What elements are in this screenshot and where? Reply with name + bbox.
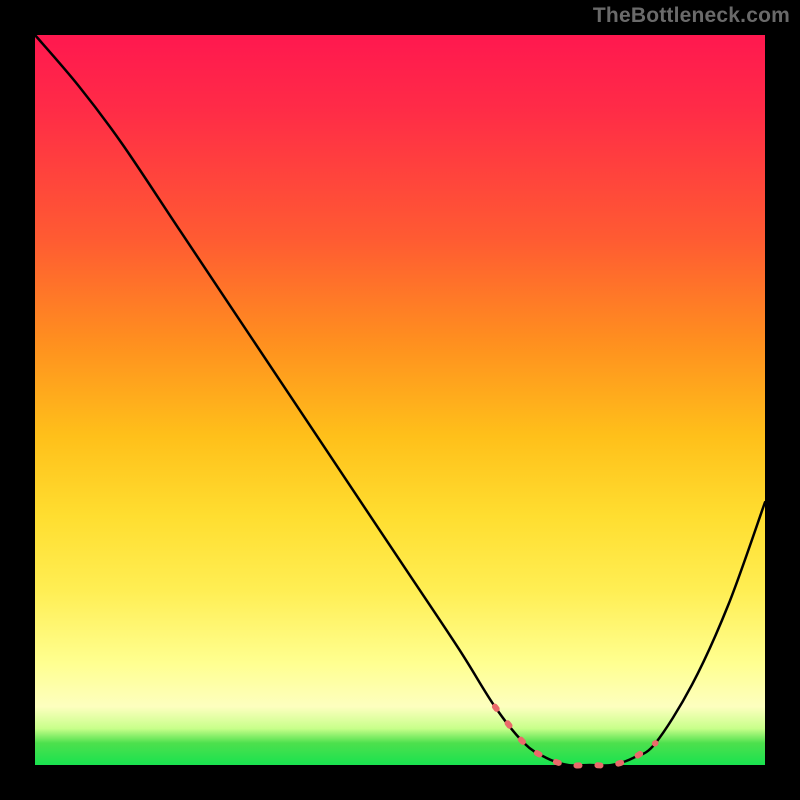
plot-area xyxy=(35,35,765,765)
bottleneck-curve-main xyxy=(35,35,765,766)
chart-frame: TheBottleneck.com xyxy=(0,0,800,800)
curve-svg xyxy=(35,35,765,765)
attribution-text: TheBottleneck.com xyxy=(593,4,790,28)
